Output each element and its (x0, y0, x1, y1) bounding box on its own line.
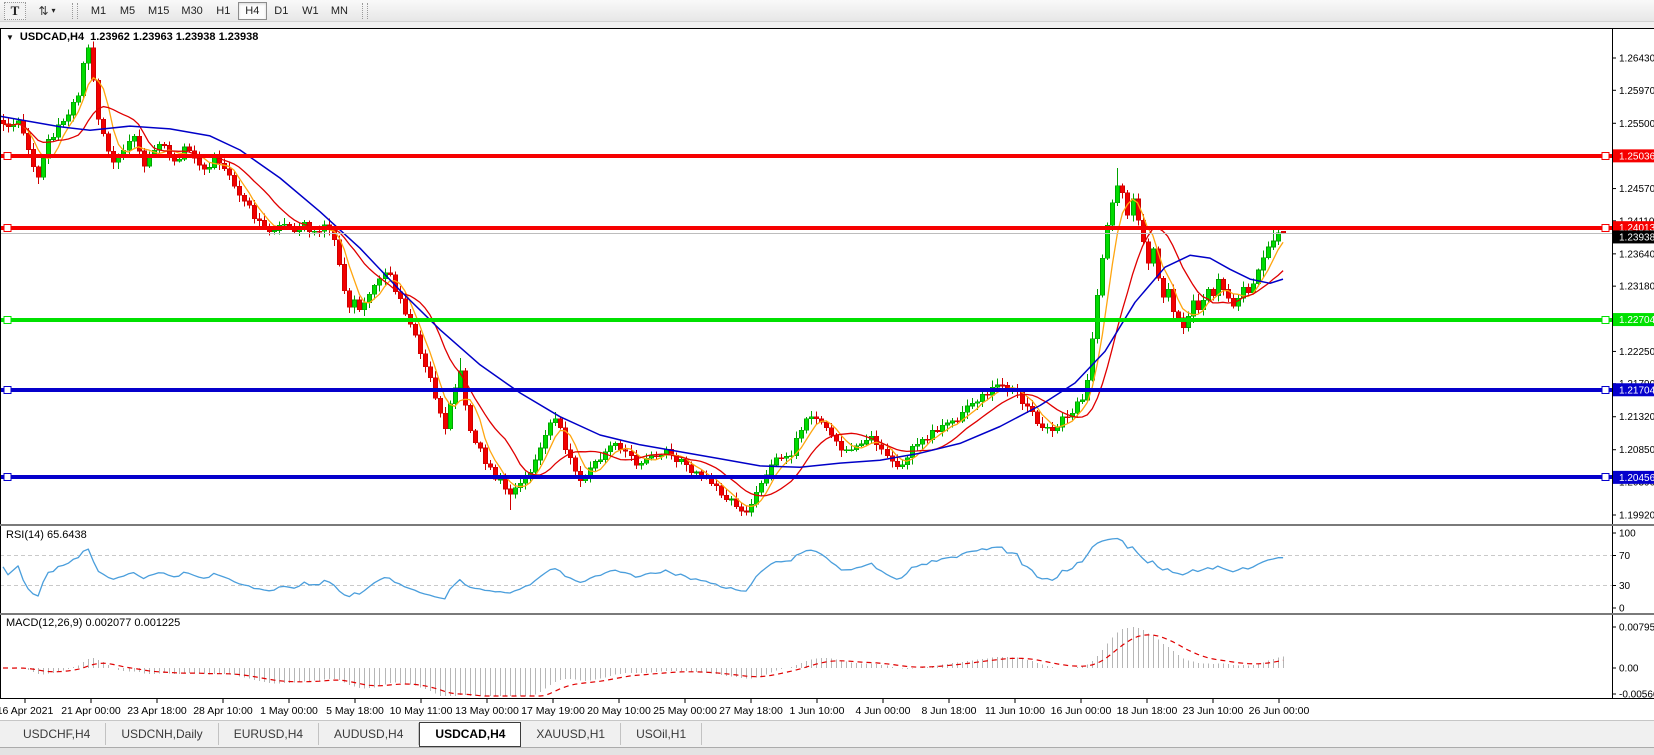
svg-text:30: 30 (1619, 581, 1631, 592)
chart-tab-eurusd[interactable]: EURUSD,H4 (219, 723, 319, 745)
svg-text:0.007959: 0.007959 (1619, 623, 1654, 634)
timeframe-button-m30[interactable]: M30 (175, 2, 208, 20)
bottom-strip (0, 747, 1654, 755)
svg-text:1.24570: 1.24570 (1619, 184, 1654, 195)
svg-text:4 Jun 00:00: 4 Jun 00:00 (856, 705, 911, 717)
timeframe-button-m15[interactable]: M15 (142, 2, 175, 20)
toolbar: T ⇅ ▾ M1M5M15M30H1H4D1W1MN (0, 0, 1654, 22)
svg-text:20 May 10:00: 20 May 10:00 (587, 705, 651, 717)
svg-text:1.23938: 1.23938 (1619, 232, 1654, 243)
svg-text:1.22250: 1.22250 (1619, 347, 1654, 358)
timeframe-button-d1[interactable]: D1 (267, 2, 296, 20)
svg-text:1.23180: 1.23180 (1619, 282, 1654, 293)
chart-canvas[interactable]: 1.264301.259701.255001.245701.241101.236… (0, 28, 1654, 720)
timeframe-bar: M1M5M15M30H1H4D1W1MN (84, 2, 354, 20)
svg-text:28 Apr 10:00: 28 Apr 10:00 (193, 705, 253, 717)
svg-text:5 May 18:00: 5 May 18:00 (326, 705, 384, 717)
chart-tab-usdchf[interactable]: USDCHF,H4 (8, 723, 106, 745)
chart-tab-bar: USDCHF,H4USDCNH,DailyEURUSD,H4AUDUSD,H4U… (0, 720, 1654, 747)
svg-text:16 Apr 2021: 16 Apr 2021 (0, 705, 53, 717)
quick-trade-arrow-icon: ▼ (6, 33, 14, 42)
svg-text:-0.005663: -0.005663 (1619, 690, 1654, 701)
chart-tab-usdcnh[interactable]: USDCNH,Daily (106, 723, 218, 745)
timeframe-button-h4[interactable]: H4 (238, 2, 267, 20)
svg-text:1.23640: 1.23640 (1619, 249, 1654, 260)
chart-symbol-period: USDCAD,H4 (20, 31, 84, 43)
toolbar-grip-separator (72, 3, 78, 19)
svg-text:26 Jun 00:00: 26 Jun 00:00 (1249, 705, 1310, 717)
price-badge-1.25036: 1.25036 (1613, 149, 1654, 162)
svg-text:27 May 18:00: 27 May 18:00 (719, 705, 783, 717)
svg-text:23 Jun 10:00: 23 Jun 10:00 (1183, 705, 1244, 717)
price-badge-1.22704: 1.22704 (1613, 313, 1654, 326)
chart-tab-xauusd[interactable]: XAUUSD,H1 (521, 723, 621, 745)
price-badge-1.20456: 1.20456 (1613, 471, 1654, 484)
svg-text:18 Jun 18:00: 18 Jun 18:00 (1117, 705, 1178, 717)
chart-area[interactable]: 1.264301.259701.255001.245701.241101.236… (0, 28, 1654, 720)
timeframe-button-mn[interactable]: MN (325, 2, 354, 20)
chart-tab-usdcad[interactable]: USDCAD,H4 (419, 722, 521, 747)
timeframe-button-m1[interactable]: M1 (84, 2, 113, 20)
svg-text:16 Jun 00:00: 16 Jun 00:00 (1051, 705, 1112, 717)
svg-text:11 Jun 10:00: 11 Jun 10:00 (985, 705, 1045, 717)
svg-text:23 Apr 18:00: 23 Apr 18:00 (127, 705, 187, 717)
current-price-badge: 1.23938 (1613, 230, 1654, 243)
timeframe-button-h1[interactable]: H1 (209, 2, 238, 20)
timeframe-button-m5[interactable]: M5 (113, 2, 142, 20)
svg-text:13 May 00:00: 13 May 00:00 (455, 705, 519, 717)
svg-text:1.22704: 1.22704 (1619, 315, 1654, 326)
cursor-arrows-button[interactable]: ⇅ ▾ (30, 2, 64, 20)
svg-text:1.20850: 1.20850 (1619, 445, 1654, 456)
svg-text:1.21320: 1.21320 (1619, 412, 1654, 423)
toolbar-separator (362, 3, 368, 19)
svg-text:0.00: 0.00 (1619, 664, 1639, 675)
svg-text:1.20456: 1.20456 (1619, 473, 1654, 484)
svg-text:1 May 00:00: 1 May 00:00 (260, 705, 318, 717)
dropdown-caret-icon: ▾ (52, 6, 56, 15)
svg-text:8 Jun 18:00: 8 Jun 18:00 (922, 705, 977, 717)
arrows-icon: ⇅ (38, 4, 48, 18)
svg-text:10 May 11:00: 10 May 11:00 (390, 705, 453, 717)
svg-text:1.26430: 1.26430 (1619, 54, 1654, 65)
macd-indicator-label: MACD(12,26,9) 0.002077 0.001225 (6, 617, 180, 629)
chart-tab-audusd[interactable]: AUDUSD,H4 (319, 723, 419, 745)
svg-text:1.25036: 1.25036 (1619, 151, 1654, 162)
chart-tab-usoil[interactable]: USOil,H1 (621, 723, 702, 745)
svg-text:70: 70 (1619, 551, 1631, 562)
svg-text:21 Apr 00:00: 21 Apr 00:00 (61, 705, 121, 717)
svg-text:1.25970: 1.25970 (1619, 86, 1654, 97)
chart-ohlc-values: 1.23962 1.23963 1.23938 1.23938 (90, 31, 258, 43)
price-badge-1.21704: 1.21704 (1613, 383, 1654, 396)
svg-text:0: 0 (1619, 604, 1625, 615)
svg-text:1 Jun 10:00: 1 Jun 10:00 (790, 705, 845, 717)
timeframe-button-w1[interactable]: W1 (296, 2, 325, 20)
chart-title: ▼ USDCAD,H4 1.23962 1.23963 1.23938 1.23… (6, 31, 258, 43)
text-tool-button[interactable]: T (4, 2, 26, 20)
svg-text:25 May 00:00: 25 May 00:00 (653, 705, 717, 717)
svg-text:17 May 19:00: 17 May 19:00 (521, 705, 585, 717)
svg-text:100: 100 (1619, 529, 1636, 540)
svg-text:1.25500: 1.25500 (1619, 119, 1654, 130)
svg-text:1.21704: 1.21704 (1619, 385, 1654, 396)
svg-text:1.19920: 1.19920 (1619, 511, 1654, 522)
rsi-indicator-label: RSI(14) 65.6438 (6, 529, 87, 541)
